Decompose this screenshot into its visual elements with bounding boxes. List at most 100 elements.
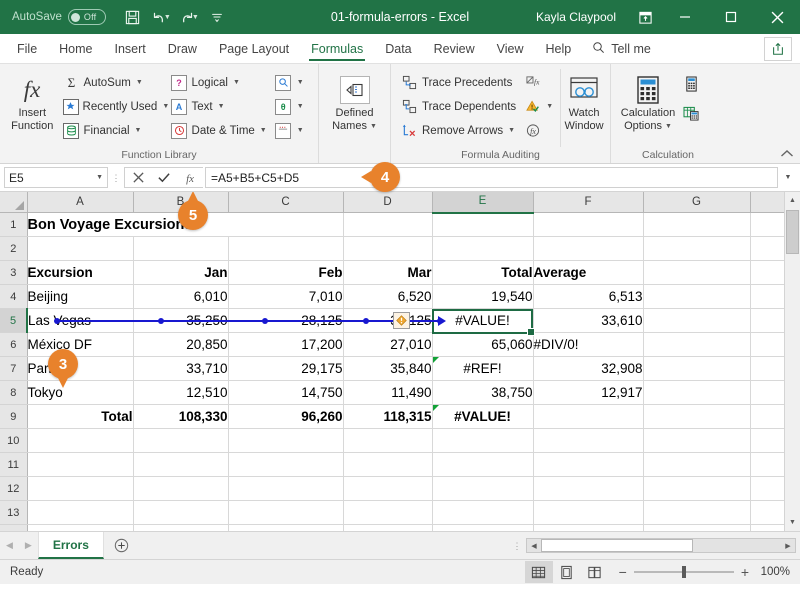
- undo-dropdown-caret[interactable]: ▼: [164, 14, 171, 21]
- prev-sheet-icon[interactable]: ◀: [6, 540, 13, 551]
- financial-button[interactable]: Financial ▼: [59, 119, 167, 142]
- cell-b9[interactable]: 108,330: [133, 404, 229, 429]
- cell-e6[interactable]: 65,060: [432, 332, 534, 357]
- tab-page-layout[interactable]: Page Layout: [208, 34, 300, 63]
- cell-e1[interactable]: [432, 212, 534, 237]
- cell-b11[interactable]: [133, 452, 229, 477]
- trace-precedents-button[interactable]: Trace Precedents: [397, 71, 520, 94]
- cell-e3[interactable]: Total: [432, 260, 534, 285]
- cell-f6[interactable]: #DIV/0!: [533, 332, 644, 357]
- cell-f2[interactable]: [533, 236, 644, 261]
- cell-d1[interactable]: [343, 212, 433, 237]
- cell-d10[interactable]: [343, 428, 433, 453]
- cell-e5[interactable]: #VALUE!: [432, 308, 534, 333]
- defined-names-caret-icon[interactable]: ▼: [370, 120, 377, 133]
- column-header-g[interactable]: G: [643, 192, 751, 213]
- zoom-slider[interactable]: [633, 566, 734, 578]
- row-header-4[interactable]: 4: [0, 284, 28, 309]
- math-trig-caret-icon[interactable]: ▼: [297, 103, 304, 110]
- cell-d14[interactable]: [343, 524, 433, 531]
- logical-button[interactable]: ? Logical ▼: [167, 71, 271, 94]
- minimize-icon[interactable]: [662, 0, 708, 34]
- qat-customize-icon[interactable]: [204, 5, 230, 29]
- row-header-14[interactable]: [0, 524, 28, 531]
- cell-e2[interactable]: [432, 236, 534, 261]
- normal-view-icon[interactable]: [524, 561, 553, 583]
- formula-input[interactable]: =A5+B5+C5+D5: [205, 167, 778, 188]
- cell-d13[interactable]: [343, 500, 433, 525]
- next-sheet-icon[interactable]: ▶: [25, 540, 32, 551]
- remove-arrows-button[interactable]: Remove Arrows ▼: [397, 119, 520, 142]
- evaluate-formula-button[interactable]: fx: [520, 119, 557, 142]
- cell-d7[interactable]: 35,840: [343, 356, 433, 381]
- chevron-down-icon[interactable]: ▼: [96, 174, 103, 181]
- sheet-tab-errors[interactable]: Errors: [37, 532, 104, 559]
- cell-f3[interactable]: Average: [533, 260, 644, 285]
- remove-arrows-caret-icon[interactable]: ▼: [508, 127, 515, 134]
- cell-b2[interactable]: [133, 236, 229, 261]
- cell-b5[interactable]: 35,250: [133, 308, 229, 333]
- tab-split-grip[interactable]: ⋮: [512, 541, 522, 550]
- cell-a13[interactable]: [27, 500, 134, 525]
- vertical-scrollbar[interactable]: ▲ ▼: [784, 192, 800, 531]
- redo-dropdown-caret[interactable]: ▼: [192, 14, 199, 21]
- cell-a3[interactable]: Excursion: [27, 260, 134, 285]
- column-header-f[interactable]: F: [533, 192, 644, 213]
- calculate-sheet-button[interactable]: [679, 97, 717, 121]
- logical-caret-icon[interactable]: ▼: [233, 79, 240, 86]
- horizontal-scroll-thumb[interactable]: [541, 539, 693, 552]
- tab-formulas[interactable]: Formulas: [300, 34, 374, 63]
- autosave-toggle[interactable]: AutoSave Off: [12, 9, 106, 25]
- share-icon[interactable]: [764, 36, 792, 61]
- recently-used-button[interactable]: Recently Used ▼: [59, 95, 169, 118]
- trace-dependents-button[interactable]: Trace Dependents: [397, 95, 520, 118]
- tab-view[interactable]: View: [486, 34, 535, 63]
- cell-g12[interactable]: [643, 476, 751, 501]
- cell-e9[interactable]: #VALUE!: [432, 404, 534, 429]
- tab-data[interactable]: Data: [374, 34, 422, 63]
- add-sheet-icon[interactable]: [104, 532, 139, 559]
- ribbon-display-options-icon[interactable]: [628, 0, 662, 34]
- cell-h9[interactable]: [750, 404, 785, 429]
- zoom-level[interactable]: 100%: [756, 566, 790, 578]
- cell-d12[interactable]: [343, 476, 433, 501]
- row-header-9[interactable]: 9: [0, 404, 28, 429]
- cell-b13[interactable]: [133, 500, 229, 525]
- cell-g6[interactable]: [643, 332, 751, 357]
- select-all-corner[interactable]: [0, 192, 28, 213]
- cell-c11[interactable]: [228, 452, 344, 477]
- cell-a7[interactable]: Paris: [27, 356, 134, 381]
- cell-c4[interactable]: 7,010: [228, 284, 344, 309]
- row-header-3[interactable]: 3: [0, 260, 28, 285]
- cell-d11[interactable]: [343, 452, 433, 477]
- cell-c2[interactable]: [228, 236, 344, 261]
- row-header-7[interactable]: 7: [0, 356, 28, 381]
- cell-e4[interactable]: 19,540: [432, 284, 534, 309]
- cell-g2[interactable]: [643, 236, 751, 261]
- cell-h13[interactable]: [750, 500, 785, 525]
- column-header-partial[interactable]: [750, 192, 785, 213]
- cell-b12[interactable]: [133, 476, 229, 501]
- cell-a5[interactable]: Las Vegas: [27, 308, 134, 333]
- lookup-reference-button[interactable]: ▼: [271, 71, 312, 94]
- cell-d9[interactable]: 118,315: [343, 404, 433, 429]
- scroll-left-icon[interactable]: ◀: [527, 542, 541, 550]
- user-account-name[interactable]: Kayla Claypool: [536, 10, 616, 24]
- cell-h8[interactable]: [750, 380, 785, 405]
- zoom-slider-knob[interactable]: [681, 566, 686, 578]
- cell-f14[interactable]: [533, 524, 644, 531]
- more-functions-button[interactable]: ▼: [271, 119, 312, 142]
- row-header-1[interactable]: 1: [0, 212, 28, 237]
- cell-a14[interactable]: [27, 524, 134, 531]
- cell-a6[interactable]: México DF: [27, 332, 134, 357]
- row-header-10[interactable]: 10: [0, 428, 28, 453]
- cell-g5[interactable]: [643, 308, 751, 333]
- cell-d4[interactable]: 6,520: [343, 284, 433, 309]
- cell-a12[interactable]: [27, 476, 134, 501]
- cell-g13[interactable]: [643, 500, 751, 525]
- autosave-switch[interactable]: Off: [67, 9, 106, 25]
- cell-h10[interactable]: [750, 428, 785, 453]
- cell-a11[interactable]: [27, 452, 134, 477]
- date-time-caret-icon[interactable]: ▼: [260, 127, 267, 134]
- tab-insert[interactable]: Insert: [104, 34, 157, 63]
